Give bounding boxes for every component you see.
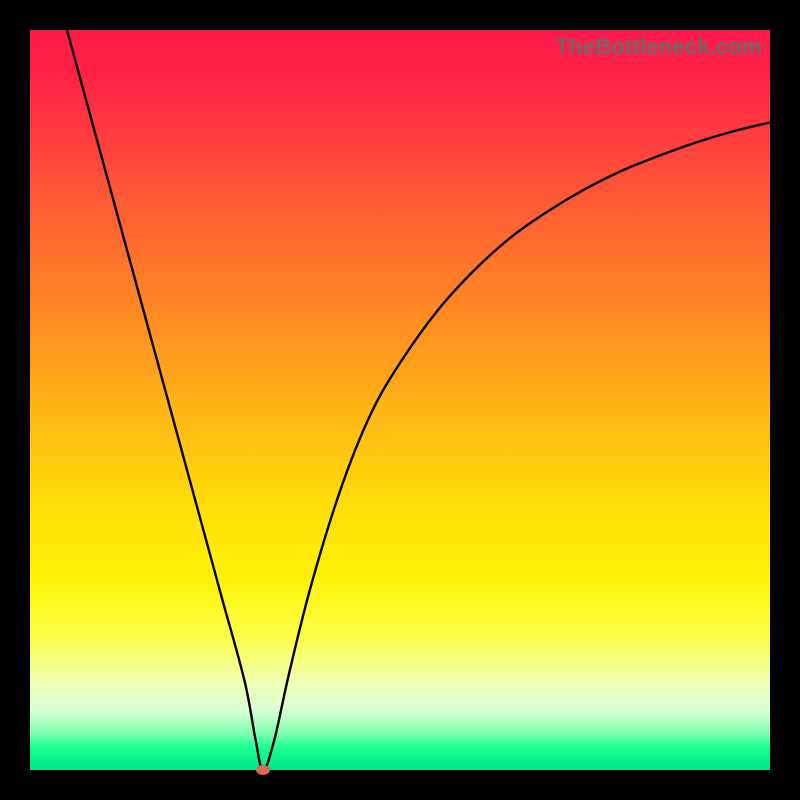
chart-container: { "watermark": "TheBottleneck.com", "col… <box>0 0 800 800</box>
optimal-point-marker <box>256 765 270 775</box>
plot-area: TheBottleneck.com <box>30 30 770 770</box>
bottleneck-curve <box>30 30 770 770</box>
